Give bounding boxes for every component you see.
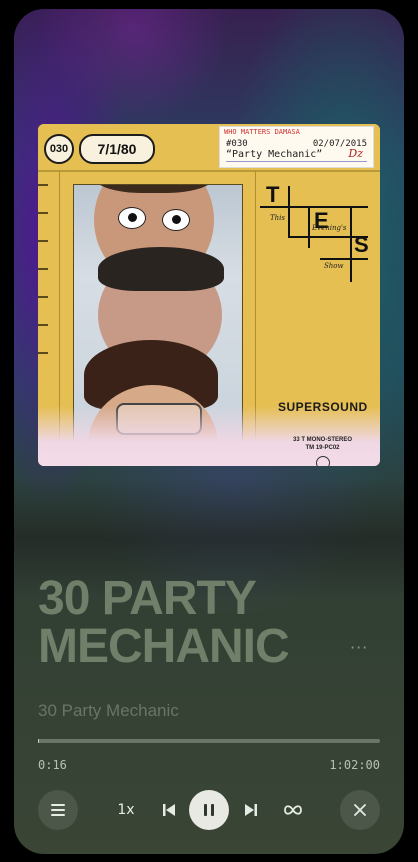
label-logo-icon <box>316 456 330 466</box>
ticket-code: #030 <box>226 139 248 149</box>
logo-word-this: This <box>270 214 286 222</box>
cartoon-eye-icon <box>118 207 146 229</box>
skip-forward-icon <box>245 804 257 816</box>
cover-number-badge: 030 <box>44 134 74 164</box>
cartoon-eye-icon <box>162 209 190 231</box>
next-button[interactable] <box>236 795 266 825</box>
specs-line-1: 33 T MONO-STEREO <box>293 437 353 443</box>
ticket-header: WHO MATTERS DAMASA <box>224 128 300 136</box>
close-button[interactable] <box>340 790 380 830</box>
ticket-quote: “Party Mechanic” <box>226 149 323 160</box>
infinity-icon <box>284 805 302 815</box>
pause-icon <box>204 804 214 816</box>
playback-speed-button[interactable]: 1x <box>111 797 141 823</box>
elapsed-time: 0:16 <box>38 758 67 772</box>
track-subtitle: 30 Party Mechanic <box>38 701 179 720</box>
player-screen: 030 7/1/80 WHO MATTERS DAMASA #030 02/07… <box>14 9 404 854</box>
progress-fill <box>38 739 40 743</box>
loop-button[interactable] <box>278 795 308 825</box>
cover-brand: SUPERSOUND <box>278 400 368 414</box>
ticket-rule <box>226 161 367 162</box>
hair-middle <box>98 247 224 291</box>
queue-button[interactable] <box>38 790 78 830</box>
track-title: 30 PARTY MECHANIC <box>38 572 290 673</box>
cover-date-badge: 7/1/80 <box>79 134 155 164</box>
logo-word-show: Show <box>324 262 344 270</box>
logo-letter-s: S <box>354 232 369 257</box>
previous-button[interactable] <box>154 795 184 825</box>
logo-word-evenings: Evening's <box>312 224 347 232</box>
album-art[interactable]: 030 7/1/80 WHO MATTERS DAMASA #030 02/07… <box>38 124 380 466</box>
logo-letter-t: T <box>266 182 280 207</box>
cover-specs: 33 T MONO-STEREO TM 19-PC02 <box>293 436 352 452</box>
cover-ticket: WHO MATTERS DAMASA #030 02/07/2015 “Part… <box>219 126 374 168</box>
cover-ruler-marks <box>38 184 48 384</box>
total-duration: 1:02:00 <box>329 758 380 772</box>
list-icon <box>51 804 65 816</box>
close-icon <box>354 804 366 816</box>
progress-bar[interactable] <box>38 739 380 743</box>
specs-line-2: TM 19-PC02 <box>305 445 340 451</box>
show-logo: T E S This Evening's Show <box>260 182 369 282</box>
skip-back-icon <box>163 804 175 816</box>
pause-button[interactable] <box>189 790 229 830</box>
more-options-button[interactable]: ··· <box>350 638 368 657</box>
ticket-signature: Dz <box>348 147 363 160</box>
